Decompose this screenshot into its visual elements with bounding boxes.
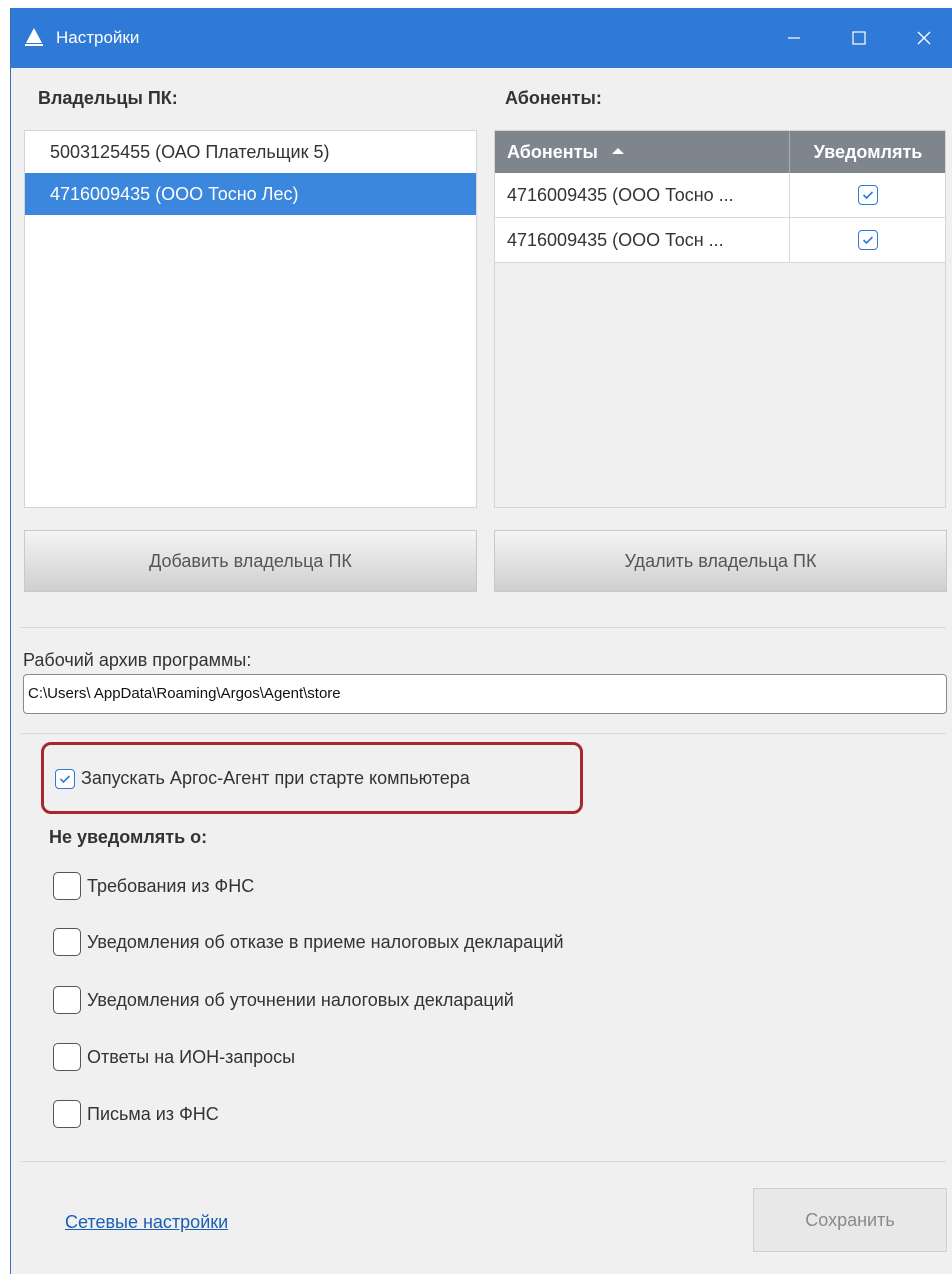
column-header-label: Абоненты (507, 142, 598, 162)
no-notify-checkbox[interactable] (53, 928, 81, 956)
no-notify-checkbox[interactable] (53, 1100, 81, 1128)
minimize-button[interactable] (771, 8, 817, 68)
option-label: Уведомления об отказе в приеме налоговых… (87, 931, 564, 952)
table-row[interactable]: 4716009435 (ООО Тосно ... (495, 173, 945, 218)
no-notify-option[interactable]: Ответы на ИОН-запросы (53, 1043, 295, 1071)
no-notify-option[interactable]: Письма из ФНС (53, 1100, 219, 1128)
close-button[interactable] (901, 8, 947, 68)
archive-label: Рабочий архив программы: (23, 650, 252, 670)
table-row[interactable]: 4716009435 (ООО Тосн ... (495, 218, 945, 263)
owners-list[interactable]: 5003125455 (ОАО Плательщик 5) 4716009435… (24, 130, 477, 508)
sort-ascending-icon (611, 148, 624, 155)
minimize-icon (788, 37, 800, 39)
autostart-label: Запускать Аргос-Агент при старте компьют… (81, 768, 470, 788)
subscriber-name: 4716009435 (ООО Тосно ... (495, 173, 790, 217)
autostart-option[interactable]: Запускать Аргос-Агент при старте компьют… (55, 768, 470, 789)
sail-icon (25, 28, 43, 46)
notify-checkbox[interactable] (858, 230, 878, 250)
archive-path-input[interactable]: C:\Users\ AppData\Roaming\Argos\Agent\st… (23, 674, 947, 714)
no-notify-label: Не уведомлять о: (49, 827, 208, 847)
add-owner-button[interactable]: Добавить владельца ПК (24, 530, 477, 592)
table-header: Абоненты Уведомлять (495, 131, 945, 173)
close-icon (917, 31, 931, 45)
owner-item[interactable]: 5003125455 (ОАО Плательщик 5) (25, 131, 476, 173)
owners-label: Владельцы ПК: (38, 88, 178, 108)
notify-checkbox[interactable] (858, 185, 878, 205)
checkmark-icon (862, 191, 874, 200)
divider (21, 627, 946, 628)
network-settings-link[interactable]: Сетевые настройки (65, 1212, 228, 1233)
save-button[interactable]: Сохранить (753, 1188, 947, 1252)
notify-cell (791, 173, 945, 217)
no-notify-checkbox[interactable] (53, 1043, 81, 1071)
subscribers-table: Абоненты Уведомлять 4716009435 (ООО Тосн… (494, 130, 946, 508)
divider (21, 1161, 946, 1162)
autostart-checkbox[interactable] (55, 768, 75, 789)
option-label: Уведомления об уточнении налоговых декла… (87, 989, 514, 1010)
no-notify-checkbox[interactable] (53, 986, 81, 1014)
divider (21, 733, 946, 734)
maximize-button[interactable] (836, 8, 882, 68)
no-notify-option[interactable]: Требования из ФНС (53, 872, 254, 900)
title-bar[interactable]: Настройки (11, 8, 952, 68)
no-notify-option[interactable]: Уведомления об отказе в приеме налоговых… (53, 928, 564, 956)
notify-cell (791, 218, 945, 262)
maximize-icon (852, 31, 866, 45)
no-notify-option[interactable]: Уведомления об уточнении налоговых декла… (53, 986, 514, 1014)
option-label: Письма из ФНС (87, 1103, 219, 1124)
remove-owner-button[interactable]: Удалить владельца ПК (494, 530, 947, 592)
owner-item-selected[interactable]: 4716009435 (ООО Тосно Лес) (25, 173, 476, 215)
column-header-notify[interactable]: Уведомлять (791, 131, 945, 173)
settings-window: Настройки Владельцы ПК: 5003125455 (ОАО … (10, 8, 952, 1274)
checkmark-icon (59, 774, 71, 783)
subscribers-label: Абоненты: (505, 88, 602, 108)
window-title: Настройки (56, 28, 140, 47)
no-notify-checkbox[interactable] (53, 872, 81, 900)
checkmark-icon (862, 236, 874, 245)
option-label: Ответы на ИОН-запросы (87, 1046, 296, 1067)
subscriber-name: 4716009435 (ООО Тосн ... (495, 218, 790, 262)
option-label: Требования из ФНС (87, 875, 255, 896)
column-header-subscribers[interactable]: Абоненты (495, 131, 790, 173)
